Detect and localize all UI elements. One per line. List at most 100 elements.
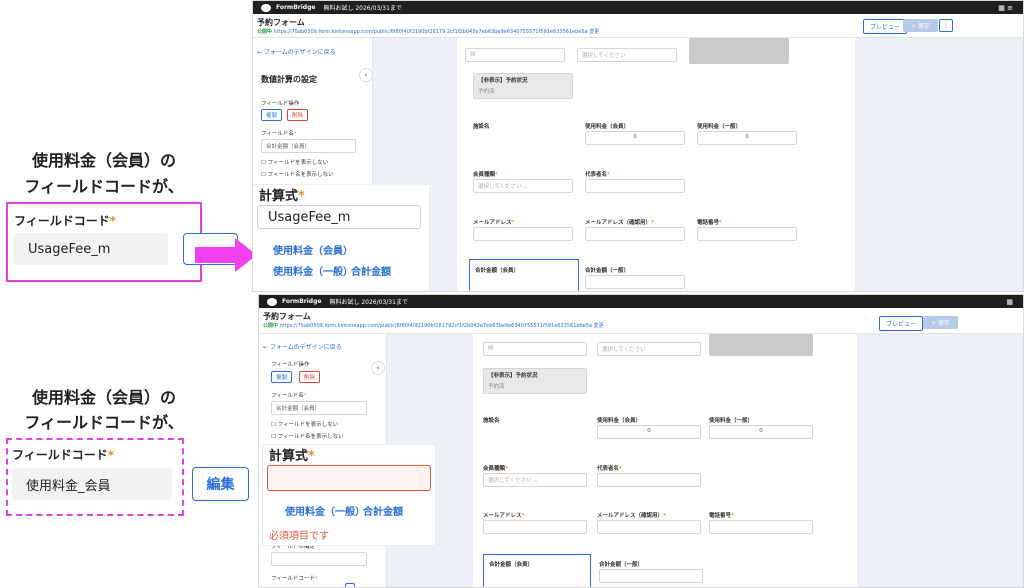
collapse-icon[interactable]: ‹	[359, 68, 373, 82]
field-code-label-after: フィールドコード*	[12, 448, 115, 462]
hide-field-checkbox[interactable]: ☐ フィールドを表示しない	[271, 420, 338, 428]
hide-name-checkbox[interactable]: ☐ フィールド名を表示しない	[271, 432, 344, 440]
fee-general-input[interactable]: 0	[697, 131, 797, 145]
form-title: 予約フォーム	[257, 18, 305, 27]
email-confirm-label: メールアドレス（確認用）*	[597, 513, 666, 519]
fee-general-input[interactable]: 0	[709, 425, 813, 439]
chip-total[interactable]: 合計金額	[363, 503, 403, 518]
facility-label: 施設名	[473, 124, 490, 130]
fee-member-label: 使用料金（会員）	[597, 418, 642, 424]
caption-line1-bottom: 使用料金（会員）の	[31, 388, 176, 407]
chip-fee-general[interactable]: 使用料金（一般）	[273, 263, 353, 278]
form-header: 予約フォーム 公開中 https://75ab0509.form.kintone…	[253, 14, 1023, 38]
trial-badge: 無料お試し 2026/03/31まで	[329, 299, 408, 306]
back-link[interactable]: ← フォームのデザインに戻る	[257, 47, 336, 56]
field-name-input[interactable]: 合計金額（会員）	[271, 401, 367, 415]
hide-name-checkbox[interactable]: ☐ フィールド名を表示しない	[261, 170, 334, 178]
section-title: 数値計算の設定	[261, 75, 317, 84]
total-general-input[interactable]	[585, 275, 685, 289]
time-field[interactable]: 選択してください	[597, 342, 701, 356]
facility-label: 施設名	[483, 418, 500, 424]
total-general-input[interactable]	[599, 569, 703, 583]
more-icon[interactable]: ⋮	[939, 19, 953, 32]
brand-name: FormBridge	[276, 4, 316, 11]
preview-button[interactable]: プレビュー	[863, 19, 908, 34]
phone-label: 電話番号*	[709, 513, 734, 519]
status-field: 【非表示】予約状況 予約済	[473, 73, 573, 99]
email-confirm-input[interactable]	[597, 520, 701, 534]
field-code-value-before[interactable]: UsageFee_m	[14, 233, 168, 265]
hidden-block	[709, 334, 813, 356]
chip-total[interactable]: 合計金額	[351, 263, 391, 278]
fee-member-input[interactable]: 0	[585, 131, 685, 145]
form-header: 予約フォーム 公開中 https://75ab0509.form.kintone…	[259, 308, 1023, 334]
email-input[interactable]	[473, 227, 573, 241]
phone-input[interactable]	[709, 520, 813, 534]
chip-fee-member[interactable]: 使用料金（会員）	[273, 242, 353, 257]
copy-button[interactable]: 複製	[271, 371, 293, 383]
total-member-label: 合計金額（会員）	[475, 268, 520, 274]
time-field[interactable]: 選択してください	[577, 48, 677, 62]
fee-general-label: 使用料金（一般）	[709, 418, 754, 424]
caption-line2-top: フィールドコードが、	[24, 177, 184, 196]
brand-name: FormBridge	[282, 298, 322, 305]
date-field[interactable]: ▤	[483, 342, 587, 356]
status-field: 【非表示】予約状況 予約済	[483, 368, 587, 394]
brand-logo-icon	[267, 297, 277, 306]
member-type-label: 会員種類*	[473, 172, 498, 178]
date-field[interactable]: ▤	[465, 48, 565, 62]
required-error: 必須項目です	[269, 531, 329, 542]
hidden-block	[689, 38, 789, 64]
field-op-label: フィールド操作	[261, 101, 300, 107]
email-label: メールアドレス*	[483, 513, 525, 519]
field-note-input[interactable]	[271, 552, 367, 566]
field-code-label-before: フィールドコード*	[14, 214, 117, 228]
representative-label: 代表者名*	[597, 466, 622, 472]
form-url[interactable]: 公開中 https://75ab0509.form.kintoneapp.com…	[257, 28, 599, 35]
grid-icon[interactable]: ▦ ≡	[998, 4, 1013, 12]
trial-badge: 無料お試し 2026/03/31まで	[323, 5, 402, 12]
phone-input[interactable]	[697, 227, 797, 241]
back-link[interactable]: ← フォームのデザインに戻る	[263, 342, 342, 351]
formula-input[interactable]: UsageFee_m	[257, 205, 421, 229]
fee-member-input[interactable]: 0	[597, 425, 701, 439]
edit-button-after[interactable]: 編集	[192, 467, 249, 501]
delete-button[interactable]: 削除	[299, 371, 321, 383]
member-type-label: 会員種類*	[483, 466, 508, 472]
screenshot-after: FormBridge 無料お試し 2026/03/31まで ▦ 予約フォーム 公…	[258, 294, 1024, 588]
field-code-edit-button[interactable]	[345, 583, 355, 587]
preview-button[interactable]: プレビュー	[879, 316, 924, 331]
email-label: メールアドレス*	[473, 220, 515, 226]
save-button[interactable]: + 保存	[923, 316, 958, 329]
collapse-icon[interactable]: ‹	[371, 361, 385, 375]
field-code-value-after[interactable]: 使用料金_会員	[12, 468, 172, 500]
arrow-icon	[195, 238, 257, 272]
hide-field-checkbox[interactable]: ☐ フィールドを表示しない	[261, 158, 328, 166]
formula-panel-before: 計算式* UsageFee_m 使用料金（会員） 使用料金（一般） 合計金額	[253, 185, 429, 291]
member-type-select[interactable]: 選択してください ⌄	[473, 179, 573, 193]
total-member-label: 合計金額（会員）	[489, 562, 534, 568]
form-url[interactable]: 公開中 https://75ab0509.form.kintoneapp.com…	[263, 322, 604, 329]
chip-fee-general[interactable]: 使用料金（一般）	[285, 503, 365, 518]
member-type-select[interactable]: 選択してください ⌄	[483, 473, 587, 487]
selected-field-outline[interactable]	[469, 259, 579, 291]
representative-input[interactable]	[597, 473, 701, 487]
total-general-label: 合計金額（一般）	[585, 268, 630, 274]
formula-input[interactable]	[267, 465, 431, 491]
save-button[interactable]: + 保存	[903, 19, 938, 32]
delete-button[interactable]: 削除	[287, 109, 309, 121]
caption-line2-bottom: フィールドコードが、	[24, 413, 184, 432]
copy-button[interactable]: 複製	[261, 109, 283, 121]
email-input[interactable]	[483, 520, 587, 534]
representative-label: 代表者名*	[585, 172, 610, 178]
fee-general-label: 使用料金（一般）	[697, 124, 742, 130]
grid-icon[interactable]: ▦	[1006, 298, 1013, 306]
total-general-label: 合計金額（一般）	[599, 562, 644, 568]
screenshot-before: FormBridge 無料お試し 2026/03/31まで ▦ ≡ 予約フォーム…	[252, 0, 1024, 292]
representative-input[interactable]	[585, 179, 685, 193]
formula-title: 計算式*	[269, 449, 315, 464]
email-confirm-input[interactable]	[585, 227, 685, 241]
field-name-label: フィールド名*	[261, 131, 297, 137]
caption-line1-top: 使用料金（会員）の	[31, 151, 176, 170]
field-name-input[interactable]: 合計金額（会員）	[261, 139, 356, 153]
